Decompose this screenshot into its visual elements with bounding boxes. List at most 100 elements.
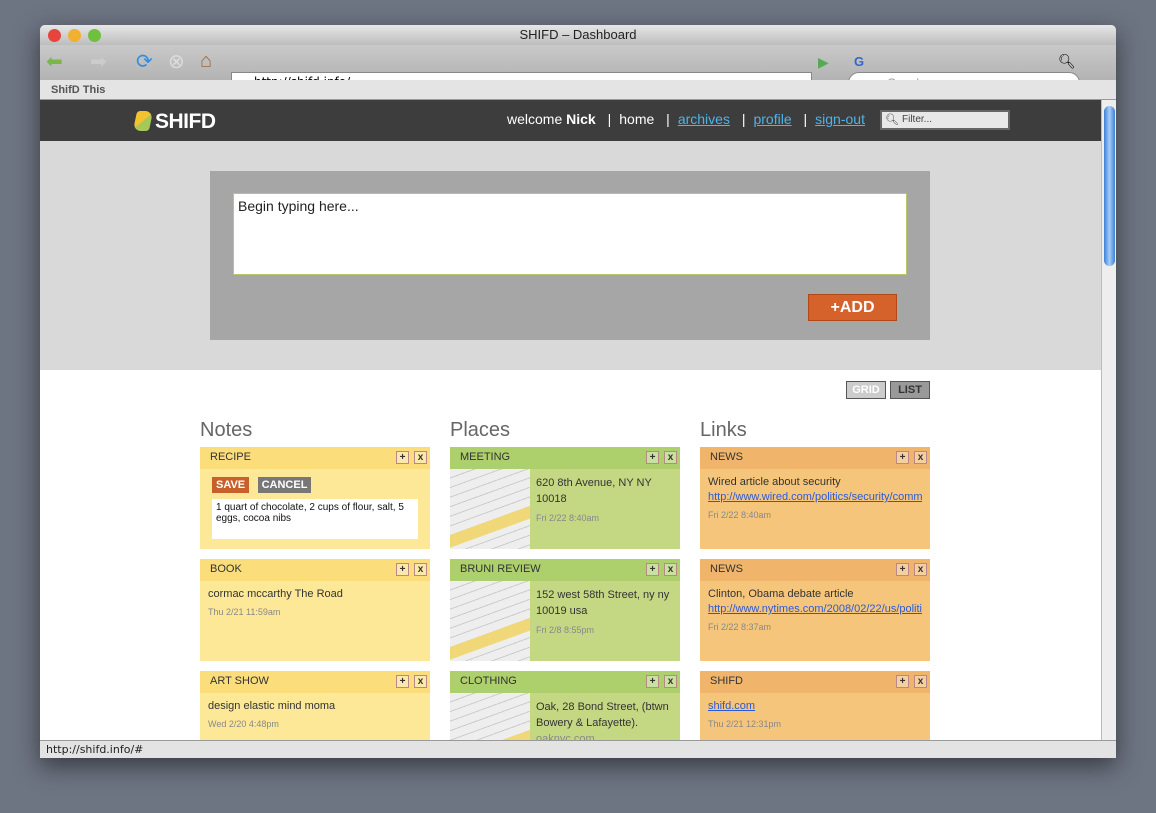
note-edit-field[interactable]: 1 quart of chocolate, 2 cups of flour, s… xyxy=(212,499,418,539)
place-address: Oak, 28 Bond Street, (btwn Bowery & Lafa… xyxy=(536,701,669,729)
expand-button[interactable]: + xyxy=(396,451,409,464)
timestamp: Fri 2/8 8:55pm xyxy=(536,625,595,635)
link-card: NEWS + x Wired article about security http… xyxy=(700,447,930,549)
logo[interactable]: SHIFD xyxy=(132,110,216,134)
link-card: SHIFD + x shifd.com Thu 2/21 12:31pm xyxy=(700,671,930,740)
save-button[interactable]: SAVE xyxy=(212,477,250,493)
expand-button[interactable]: + xyxy=(646,563,659,576)
link-card: NEWS + x Clinton, Obama debate article htt… xyxy=(700,559,930,661)
place-address: 152 west 58th Street, ny ny 10019 usa xyxy=(536,589,670,617)
minimize-window-button[interactable] xyxy=(68,29,81,42)
note-card: RECIPE + x SAVE CANCEL 1 quart of chocola… xyxy=(200,447,430,549)
link-description: Wired article about security xyxy=(708,476,841,488)
link-url[interactable]: http://www.wired.com/politics/security/c… xyxy=(708,490,922,505)
nav-profile[interactable]: profile xyxy=(753,111,791,127)
expand-button[interactable]: + xyxy=(896,563,909,576)
nav-archives[interactable]: archives xyxy=(678,111,730,127)
delete-button[interactable]: x xyxy=(414,451,427,464)
grid-view-button[interactable]: GRID xyxy=(846,381,886,399)
delete-button[interactable]: x xyxy=(914,451,927,464)
filter-input[interactable]: 🔍︎ Filter... xyxy=(880,110,1010,130)
link-description: Clinton, Obama debate article xyxy=(708,588,854,600)
link-url[interactable]: shifd.com xyxy=(708,699,922,714)
link-url[interactable]: http://www.nytimes.com/2008/02/22/us/pol… xyxy=(708,602,922,617)
timestamp: Fri 2/22 8:40am xyxy=(708,510,772,520)
timestamp: Fri 2/22 8:40am xyxy=(536,513,600,523)
card-title: SHIFD xyxy=(710,675,743,687)
browser-window: SHIFD – Dashboard ⬅ ➡ ⟳ ⊗ ⌂ http://shifd… xyxy=(40,25,1116,758)
card-title: NEWS xyxy=(710,451,743,463)
add-button[interactable]: +ADD xyxy=(808,294,897,321)
card-title: NEWS xyxy=(710,563,743,575)
page-content: SHIFD welcome Nick | home | archives | prof… xyxy=(40,100,1101,740)
card-title: BOOK xyxy=(210,563,242,575)
google-icon: G xyxy=(854,54,865,69)
back-icon[interactable]: ⬅ xyxy=(46,50,63,74)
list-view-button[interactable]: LIST xyxy=(890,381,930,399)
delete-button[interactable]: x xyxy=(664,451,677,464)
delete-button[interactable]: x xyxy=(664,675,677,688)
expand-button[interactable]: + xyxy=(896,451,909,464)
note-card: BOOK + x cormac mccarthy The Road Thu 2/21… xyxy=(200,559,430,661)
stop-icon[interactable]: ⊗ xyxy=(168,50,185,74)
links-heading: Links xyxy=(700,419,747,441)
forward-icon[interactable]: ➡ xyxy=(90,50,107,74)
delete-button[interactable]: x xyxy=(414,675,427,688)
notes-heading: Notes xyxy=(200,419,253,441)
scrollbar-thumb[interactable] xyxy=(1104,106,1115,266)
vertical-scrollbar[interactable] xyxy=(1101,100,1116,740)
note-text: cormac mccarthy The Road xyxy=(208,588,343,600)
expand-button[interactable]: + xyxy=(646,451,659,464)
top-nav: welcome Nick | home | archives | profile | s… xyxy=(507,111,865,127)
place-website: oaknyc.com xyxy=(536,733,595,740)
delete-button[interactable]: x xyxy=(664,563,677,576)
card-title: ART SHOW xyxy=(210,675,269,687)
note-card: ART SHOW + x design elastic mind moma Wed … xyxy=(200,671,430,740)
nav-sign-out[interactable]: sign-out xyxy=(815,111,865,127)
close-window-button[interactable] xyxy=(48,29,61,42)
note-text: design elastic mind moma xyxy=(208,700,336,712)
timestamp: Fri 2/22 8:37am xyxy=(708,622,772,632)
place-card: CLOTHING + x Oak, 28 Bond Street, (btwn B… xyxy=(450,671,680,740)
delete-button[interactable]: x xyxy=(914,563,927,576)
card-title: BRUNI REVIEW xyxy=(460,563,541,575)
timestamp: Thu 2/21 12:31pm xyxy=(708,719,782,729)
username: Nick xyxy=(566,111,596,127)
composer-box: Begin typing here... +ADD xyxy=(210,171,930,340)
status-bar: http://shifd.info/# xyxy=(40,740,1116,758)
expand-button[interactable]: + xyxy=(396,563,409,576)
card-title: CLOTHING xyxy=(460,675,517,687)
expand-button[interactable]: + xyxy=(646,675,659,688)
browser-toolbar: ⬅ ➡ ⟳ ⊗ ⌂ http://shifd.info/ ▶ Google G … xyxy=(40,45,1116,94)
title-bar: SHIFD – Dashboard xyxy=(40,25,1116,45)
welcome-text: welcome xyxy=(507,111,563,127)
search-icon: 🔍︎ xyxy=(885,114,899,126)
home-icon[interactable]: ⌂ xyxy=(200,49,212,73)
map-thumbnail[interactable] xyxy=(450,581,530,661)
place-card: MEETING + x 620 8th Avenue, NY NY 10018 Fr… xyxy=(450,447,680,549)
places-heading: Places xyxy=(450,419,511,441)
bookmark-shifd-this[interactable]: ShifD This xyxy=(51,84,105,96)
nav-home[interactable]: home xyxy=(619,111,654,127)
window-title: SHIFD – Dashboard xyxy=(519,27,637,42)
logo-icon xyxy=(132,111,154,131)
timestamp: Wed 2/20 4:48pm xyxy=(208,719,279,729)
cancel-button[interactable]: CANCEL xyxy=(257,477,312,493)
go-icon[interactable]: ▶ xyxy=(818,50,829,74)
card-title: RECIPE xyxy=(210,451,251,463)
new-item-textarea[interactable]: Begin typing here... xyxy=(233,193,907,275)
delete-button[interactable]: x xyxy=(414,563,427,576)
card-title: MEETING xyxy=(460,451,511,463)
reload-icon[interactable]: ⟳ xyxy=(136,50,153,74)
zoom-window-button[interactable] xyxy=(88,29,101,42)
place-address: 620 8th Avenue, NY NY 10018 xyxy=(536,477,652,505)
search-icon[interactable]: 🔍︎ xyxy=(1058,49,1076,73)
map-thumbnail[interactable] xyxy=(450,693,530,740)
site-header: SHIFD welcome Nick | home | archives | prof… xyxy=(40,100,1101,141)
map-thumbnail[interactable] xyxy=(450,469,530,549)
composer-area: Begin typing here... +ADD xyxy=(40,141,1101,370)
delete-button[interactable]: x xyxy=(914,675,927,688)
expand-button[interactable]: + xyxy=(896,675,909,688)
expand-button[interactable]: + xyxy=(396,675,409,688)
timestamp: Thu 2/21 11:59am xyxy=(208,607,281,617)
